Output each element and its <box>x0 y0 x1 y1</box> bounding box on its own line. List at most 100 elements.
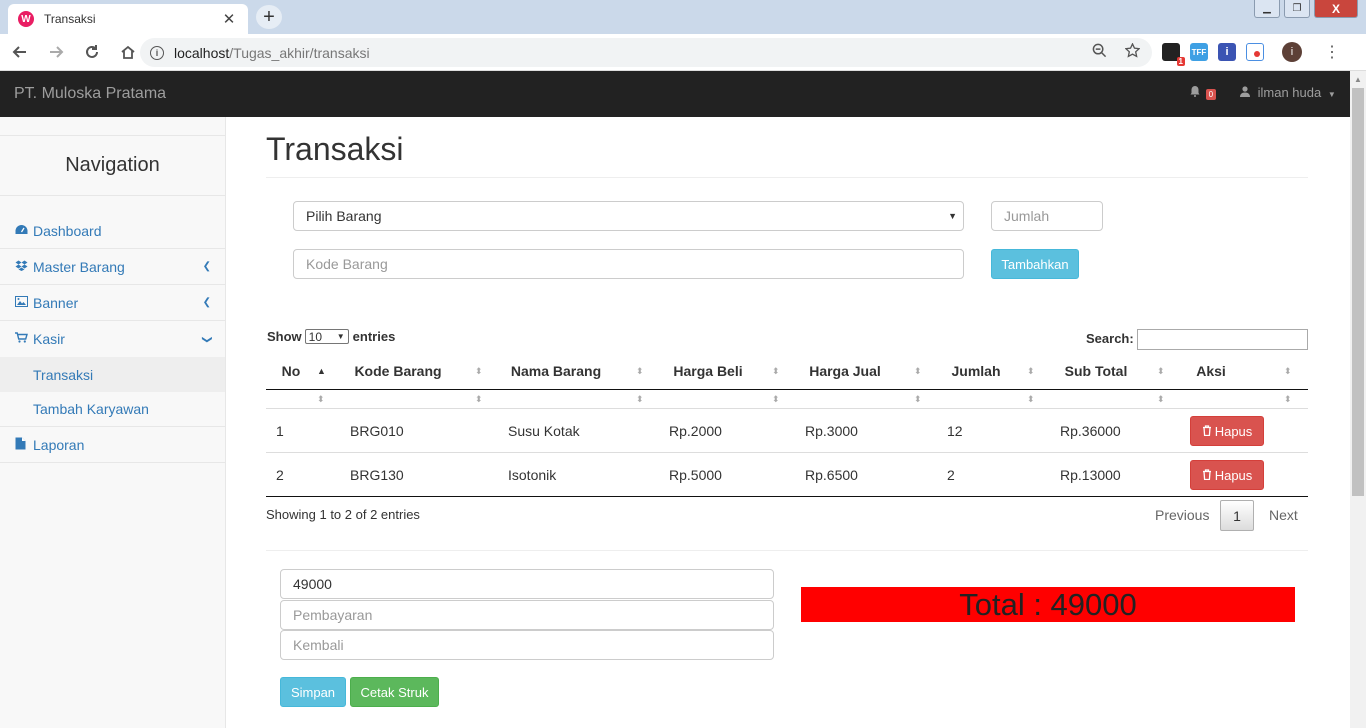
sidebar-item-laporan[interactable]: Laporan <box>0 427 225 463</box>
cell-kode-barang: BRG010 <box>350 422 404 439</box>
hapus-button[interactable]: Hapus <box>1190 416 1264 446</box>
window-close-button[interactable]: X <box>1314 0 1358 18</box>
sidebar-item-label: Master Barang <box>33 258 125 275</box>
kembali-input[interactable]: Kembali <box>280 630 774 660</box>
table-row: 2 BRG130 Isotonik Rp.5000 Rp.6500 2 Rp.1… <box>266 453 1308 497</box>
cell-harga-beli: Rp.5000 <box>669 466 722 483</box>
cetak-struk-button[interactable]: Cetak Struk <box>350 677 439 707</box>
column-header-no[interactable]: No <box>266 353 316 389</box>
address-bar[interactable]: i localhost/Tugas_akhir/transaksi <box>140 38 1152 67</box>
pembayaran-input[interactable]: Pembayaran <box>280 600 774 630</box>
show-label: Show <box>267 329 302 344</box>
scroll-thumb[interactable] <box>1352 88 1364 496</box>
column-header-sub-total[interactable]: Sub Total <box>1048 353 1144 389</box>
sidebar-item-transaksi[interactable]: Transaksi <box>0 357 225 392</box>
extension-notification-icon[interactable]: 1 <box>1162 43 1185 66</box>
column-header-harga-jual[interactable]: Harga Jual <box>792 353 898 389</box>
maximize-button[interactable]: ❐ <box>1284 0 1310 18</box>
table-row: 1 BRG010 Susu Kotak Rp.2000 Rp.3000 12 R… <box>266 409 1308 453</box>
sidebar: Navigation Dashboard Master Barang ❮ Ban… <box>0 117 226 728</box>
chevron-left-icon: ❮ <box>202 297 211 308</box>
browser-toolbar: i localhost/Tugas_akhir/transaksi 1 TFF … <box>0 34 1366 71</box>
user-icon <box>1240 85 1254 100</box>
reload-icon[interactable] <box>76 36 108 68</box>
extension-info-icon[interactable]: i <box>1218 43 1236 61</box>
notifications[interactable]: 0 <box>1189 85 1217 100</box>
sort-icon: ⬍ <box>317 393 325 404</box>
pagination-page-1[interactable]: 1 <box>1220 500 1254 531</box>
new-tab-button[interactable]: + <box>256 5 282 29</box>
sidebar-item-banner[interactable]: Banner ❮ <box>0 285 225 321</box>
sort-icon: ⬍ <box>1157 365 1165 376</box>
tab-title: Transaksi <box>44 12 96 26</box>
back-icon[interactable] <box>4 36 36 68</box>
table-search-input[interactable] <box>1137 329 1308 350</box>
minimize-button[interactable]: ▁ <box>1254 0 1280 18</box>
sort-icon: ⬍ <box>1157 393 1165 404</box>
sort-icon: ⬍ <box>914 393 922 404</box>
pagination-previous[interactable]: Previous <box>1155 500 1209 530</box>
table-info: Showing 1 to 2 of 2 entries <box>266 507 420 522</box>
notification-badge: 0 <box>1205 89 1217 100</box>
cell-nama-barang: Susu Kotak <box>508 422 580 439</box>
column-header-nama-barang[interactable]: Nama Barang <box>494 353 618 389</box>
select-arrow-icon: ▼ <box>948 211 957 221</box>
user-name: ilman huda <box>1257 85 1322 100</box>
bookmark-star-icon[interactable] <box>1124 42 1141 62</box>
entries-length-select[interactable]: 10 ▼ <box>304 329 349 344</box>
trash-icon <box>1202 468 1212 483</box>
profile-avatar[interactable]: i <box>1282 42 1302 62</box>
tambahkan-button[interactable]: Tambahkan <box>991 249 1079 279</box>
sidebar-item-kasir[interactable]: Kasir ❮ <box>0 321 225 357</box>
zoom-icon[interactable] <box>1092 43 1107 62</box>
jumlah-input[interactable]: Jumlah <box>991 201 1103 231</box>
extension-tff-icon[interactable]: TFF <box>1190 43 1208 61</box>
browser-tabstrip: W Transaksi ✕ + ▁ ❐ X <box>0 0 1366 34</box>
chevron-down-icon: ❮ <box>201 334 213 344</box>
kode-barang-input[interactable]: Kode Barang <box>293 249 964 279</box>
hapus-label: Hapus <box>1214 467 1253 483</box>
dropbox-icon <box>15 260 29 274</box>
column-header-aksi[interactable]: Aksi <box>1176 353 1246 389</box>
table-header-row: No ▲ Kode Barang ⬍ Nama Barang ⬍ Harga B… <box>266 353 1308 390</box>
navbar-brand[interactable]: PT. Muloska Pratama <box>14 85 166 103</box>
total-input[interactable]: 49000 <box>280 569 774 599</box>
cell-no: 1 <box>276 422 284 439</box>
title-divider <box>266 177 1308 178</box>
pagination-next[interactable]: Next <box>1269 500 1298 530</box>
user-menu[interactable]: ilman huda ▼ <box>1240 85 1336 100</box>
sort-icon: ⬍ <box>1284 393 1292 404</box>
sidebar-item-label: Dashboard <box>33 222 102 239</box>
page-scrollbar[interactable]: ▲ <box>1350 71 1366 728</box>
browser-menu-icon[interactable]: ⋮ <box>1324 42 1340 62</box>
column-header-jumlah[interactable]: Jumlah <box>934 353 1018 389</box>
barang-select[interactable]: Pilih Barang ▼ <box>293 201 964 231</box>
scroll-up-icon[interactable]: ▲ <box>1350 71 1366 87</box>
table-length: Show 10 ▼ entries <box>267 329 395 344</box>
cell-jumlah: 12 <box>947 422 963 439</box>
site-info-icon[interactable]: i <box>150 45 164 60</box>
search-label: Search: <box>1086 331 1134 346</box>
sort-icon: ⬍ <box>636 365 644 376</box>
tab-close-icon[interactable]: ✕ <box>220 10 238 28</box>
hapus-button[interactable]: Hapus <box>1190 460 1264 490</box>
extension-bookmark-icon[interactable] <box>1246 43 1264 61</box>
sidebar-item-dashboard[interactable]: Dashboard <box>0 213 225 249</box>
simpan-button[interactable]: Simpan <box>280 677 346 707</box>
sidebar-item-master-barang[interactable]: Master Barang ❮ <box>0 249 225 285</box>
forward-icon[interactable] <box>40 36 72 68</box>
cell-jumlah: 2 <box>947 466 955 483</box>
dashboard-icon <box>15 224 29 238</box>
browser-tab[interactable]: W Transaksi ✕ <box>8 4 248 34</box>
sidebar-item-label: Laporan <box>33 436 85 453</box>
column-header-kode-barang[interactable]: Kode Barang <box>338 353 458 389</box>
sidebar-item-label: Banner <box>33 294 79 311</box>
window-controls: ▁ ❐ X <box>1254 0 1358 18</box>
transaction-table: No ▲ Kode Barang ⬍ Nama Barang ⬍ Harga B… <box>266 353 1308 497</box>
url-host: localhost <box>174 44 230 61</box>
extension-badge: 1 <box>1176 57 1185 66</box>
column-header-harga-beli[interactable]: Harga Beli <box>656 353 760 389</box>
sidebar-item-tambah-karyawan[interactable]: Tambah Karyawan <box>0 392 225 427</box>
sort-icon: ⬍ <box>475 393 483 404</box>
sort-asc-icon: ▲ <box>317 366 326 376</box>
